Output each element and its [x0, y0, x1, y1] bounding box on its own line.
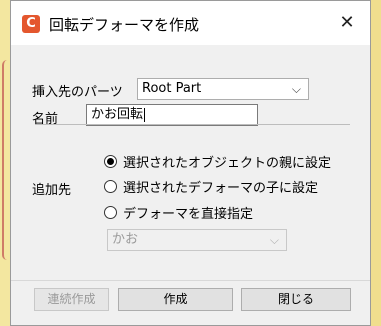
radio-object-parent[interactable]: 選択されたオブジェクトの親に設定	[104, 152, 331, 171]
text-caret	[144, 107, 146, 122]
divider	[35, 124, 350, 125]
continuous-create-button: 連続作成	[34, 288, 109, 311]
close-icon[interactable]: ✕	[324, 1, 370, 45]
dialog-title: 回転デフォーマを作成	[49, 16, 200, 34]
radio-direct-specify-label: デフォーマを直接指定	[123, 207, 254, 222]
parent-part-value: Root Part	[142, 81, 202, 96]
name-input[interactable]: かお回転	[86, 104, 258, 126]
direct-deformer-select: かお ⌵	[107, 229, 287, 251]
parent-part-select[interactable]: Root Part ⌵	[137, 78, 309, 100]
radio-button-selected[interactable]	[104, 155, 117, 168]
radio-deformer-child-label: 選択されたデフォーマの子に設定	[123, 181, 319, 196]
radio-button[interactable]	[104, 206, 117, 219]
create-button[interactable]: 作成	[118, 288, 233, 311]
chevron-down-icon: ⌵	[269, 233, 279, 247]
radio-direct-specify[interactable]: デフォーマを直接指定	[104, 203, 253, 222]
close-button[interactable]: 閉じる	[241, 288, 351, 311]
radio-button[interactable]	[104, 180, 117, 193]
create-rotation-deformer-dialog: C 回転デフォーマを作成 ✕ 挿入先のパーツ Root Part ⌵ 名前 かお…	[10, 0, 371, 326]
footer-divider	[11, 280, 370, 281]
chevron-down-icon: ⌵	[291, 82, 301, 96]
direct-deformer-value: かお	[112, 232, 139, 247]
name-value: かお回転	[91, 107, 144, 122]
radio-object-parent-label: 選択されたオブジェクトの親に設定	[123, 156, 332, 171]
add-to-label: 追加先	[32, 183, 72, 198]
app-logo-icon: C	[22, 15, 40, 33]
radio-deformer-child[interactable]: 選択されたデフォーマの子に設定	[104, 177, 318, 196]
parent-part-label: 挿入先のパーツ	[32, 85, 123, 100]
title-bar: C 回転デフォーマを作成 ✕	[11, 1, 370, 45]
